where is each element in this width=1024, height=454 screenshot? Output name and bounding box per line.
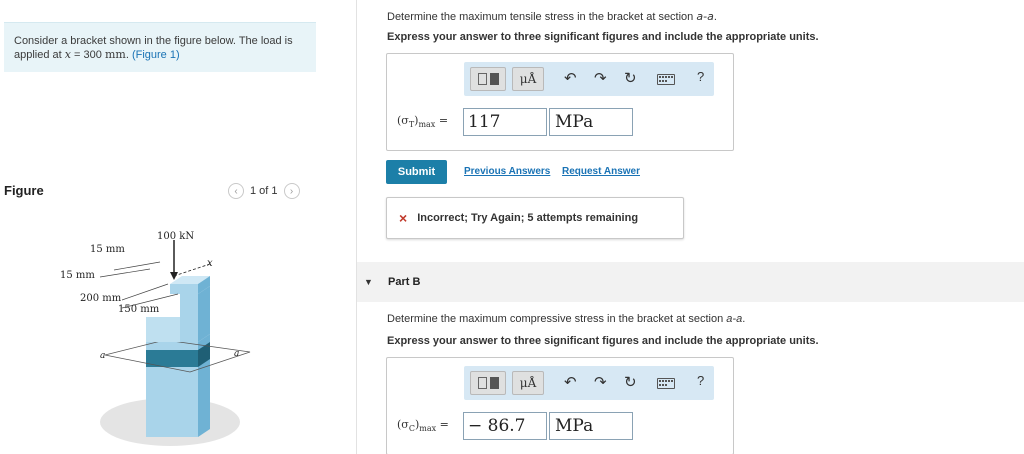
dim-line-2 xyxy=(99,268,151,278)
part-a-toolbar: μÅ ↶ ↷ ↻ ? xyxy=(464,62,714,96)
label-sigma: (σ xyxy=(397,418,409,432)
section-label-left: a xyxy=(100,351,105,361)
submit-button[interactable]: Submit xyxy=(386,160,447,184)
keyboard-icon[interactable] xyxy=(657,74,675,85)
feedback-text: Incorrect; Try Again; 5 attempts remaini… xyxy=(417,212,639,224)
upper-front xyxy=(180,294,198,342)
bracket-figure: 100 kN 15 mm 15 mm 200 mm 150 mm x a a xyxy=(60,231,251,446)
label-sigma: (σ xyxy=(397,114,409,128)
part-b-toolbar: μÅ ↶ ↷ ↻ ? xyxy=(464,366,714,400)
part-a-answer-box: μÅ ↶ ↷ ↻ ? (σT)max = 117 MPa xyxy=(386,53,734,151)
problem-statement: Consider a bracket shown in the figure b… xyxy=(4,22,316,72)
left-panel: Consider a bracket shown in the figure b… xyxy=(0,0,356,454)
upper-left xyxy=(146,317,180,342)
part-b-title[interactable]: Part B xyxy=(388,276,420,288)
column-divider xyxy=(356,0,357,454)
part-b-prompt-text: Determine the maximum compressive stress… xyxy=(387,313,727,325)
units-button[interactable]: μÅ xyxy=(512,371,544,395)
redo-icon[interactable]: ↷ xyxy=(594,69,607,87)
reset-icon[interactable]: ↻ xyxy=(624,373,637,391)
part-b-unit-input[interactable]: MPa xyxy=(549,412,633,440)
template-icon xyxy=(477,377,487,389)
part-b-answer-box: μÅ ↶ ↷ ↻ ? (σC)max = − 86.7 MPa xyxy=(386,357,734,454)
load-label: 100 kN xyxy=(157,231,194,242)
incorrect-icon: × xyxy=(399,210,408,226)
template-button[interactable] xyxy=(470,371,506,395)
label-eq: = xyxy=(435,114,449,128)
part-b-prompt-end: . xyxy=(742,313,746,325)
undo-icon[interactable]: ↶ xyxy=(564,69,577,87)
part-b-header[interactable] xyxy=(357,262,1024,302)
part-a-prompt-end: . xyxy=(713,11,717,23)
section-label-right: a xyxy=(234,349,239,359)
part-a-unit-input[interactable]: MPa xyxy=(549,108,633,136)
undo-icon[interactable]: ↶ xyxy=(564,373,577,391)
label-eq: = xyxy=(436,418,449,432)
part-b-answer-row: (σC)max = − 86.7 MPa xyxy=(397,412,633,440)
help-button[interactable]: ? xyxy=(697,69,704,84)
arm-front xyxy=(170,284,198,294)
pager-text: 1 of 1 xyxy=(250,185,278,197)
feedback-box: × Incorrect; Try Again; 5 attempts remai… xyxy=(386,197,684,239)
chevron-left-icon[interactable]: ‹ xyxy=(228,183,244,199)
problem-unit: mm xyxy=(104,48,126,61)
units-button[interactable]: μÅ xyxy=(512,67,544,91)
x-axis-line xyxy=(173,263,211,277)
template-button[interactable] xyxy=(470,67,506,91)
figure-pager: ‹ 1 of 1 › xyxy=(228,183,300,199)
redo-icon[interactable]: ↷ xyxy=(594,373,607,391)
chevron-right-icon[interactable]: › xyxy=(283,183,300,199)
part-b-instruction: Express your answer to three significant… xyxy=(387,335,819,347)
upper-side xyxy=(198,286,210,342)
template-icon xyxy=(477,73,487,85)
request-answer-link[interactable]: Request Answer xyxy=(562,166,640,177)
label-sub-max: max xyxy=(419,424,437,434)
part-a-value-input[interactable]: 117 xyxy=(463,108,547,136)
x-axis-label: x xyxy=(207,258,213,269)
part-b-answer-label: (σC)max = xyxy=(397,418,463,433)
part-b-prompt: Determine the maximum compressive stress… xyxy=(387,313,745,325)
collapse-arrow-icon[interactable]: ▼ xyxy=(364,277,373,287)
part-a-prompt: Determine the maximum tensile stress in … xyxy=(387,10,717,23)
previous-answers-link[interactable]: Previous Answers xyxy=(464,166,550,177)
figure-link[interactable]: (Figure 1) xyxy=(132,49,180,61)
dim-label-3: 200 mm xyxy=(80,293,122,304)
part-b-section: a-a xyxy=(726,313,743,325)
part-b-value-input[interactable]: − 86.7 xyxy=(463,412,547,440)
template-icon-fill xyxy=(489,73,499,85)
help-button[interactable]: ? xyxy=(697,373,704,388)
part-a-instruction: Express your answer to three significant… xyxy=(387,31,819,43)
dim-label-1: 15 mm xyxy=(90,244,125,255)
part-a-section: a-a xyxy=(696,10,714,23)
figure-heading: Figure xyxy=(4,183,44,198)
dim-label-2: 15 mm xyxy=(60,270,95,281)
dim-label-4: 150 mm xyxy=(118,304,160,315)
dim-line-3 xyxy=(121,283,169,301)
dim-line-1 xyxy=(113,261,161,271)
part-a-prompt-text: Determine the maximum tensile stress in … xyxy=(387,11,697,23)
problem-equals: = 300 xyxy=(70,49,105,61)
template-icon-fill xyxy=(489,377,499,389)
keyboard-icon[interactable] xyxy=(657,378,675,389)
part-a-answer-row: (σT)max = 117 MPa xyxy=(397,108,633,136)
part-a-answer-label: (σT)max = xyxy=(397,114,463,129)
label-sub-max: max xyxy=(418,120,436,130)
reset-icon[interactable]: ↻ xyxy=(624,69,637,87)
